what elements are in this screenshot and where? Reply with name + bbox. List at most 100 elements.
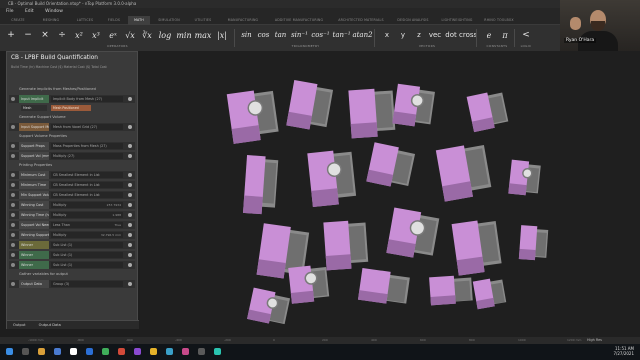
visibility-toggle-icon[interactable]: [128, 183, 132, 187]
taskbar-app-icon[interactable]: [38, 348, 45, 355]
tab-manufacturing[interactable]: MANUFACTURING: [220, 16, 266, 25]
variable-value[interactable]: Group (3): [51, 281, 123, 287]
add-button[interactable]: +: [3, 28, 19, 43]
viewport-canvas[interactable]: [140, 51, 640, 337]
notebook-row[interactable]: Winning Support VolMultiply32,796.5 mm: [9, 231, 135, 239]
visibility-toggle-icon[interactable]: [128, 154, 132, 158]
notebook-row[interactable]: Min Support VolumeCB Smallest Element in…: [9, 191, 135, 199]
vector-vec-icon[interactable]: vec: [427, 28, 443, 43]
visibility-toggle-icon[interactable]: [128, 233, 132, 237]
menu-file[interactable]: File: [6, 9, 14, 14]
tab-lattices[interactable]: LATTICES: [70, 16, 100, 25]
variable-name[interactable]: Output Data: [19, 280, 49, 288]
footer-output[interactable]: Output: [13, 323, 25, 327]
taskbar-app-icon[interactable]: [198, 348, 205, 355]
visibility-toggle-icon[interactable]: [128, 282, 132, 286]
taskbar-app-icon[interactable]: [22, 348, 29, 355]
menu-window[interactable]: Window: [45, 9, 63, 14]
visibility-toggle-icon[interactable]: [128, 125, 132, 129]
log-button[interactable]: log: [156, 28, 174, 43]
expand-arrow-icon[interactable]: [11, 253, 15, 257]
trig-button-2[interactable]: tan: [272, 28, 289, 43]
min-button[interactable]: min: [175, 28, 193, 43]
variable-value[interactable]: Multiply (27): [51, 153, 123, 159]
variable-name[interactable]: Support Props: [19, 142, 49, 150]
notebook-row[interactable]: Support Vol Needed?Less ThanTrue: [9, 221, 135, 229]
max-button[interactable]: max: [194, 28, 212, 43]
exp-button[interactable]: eˣ: [105, 28, 121, 43]
visibility-toggle-icon[interactable]: [128, 144, 132, 148]
variable-value[interactable]: Less Than: [51, 222, 123, 228]
menu-edit[interactable]: Edit: [25, 9, 34, 14]
taskbar-app-icon[interactable]: [150, 348, 157, 355]
expand-arrow-icon[interactable]: [11, 233, 15, 237]
notebook-row[interactable]: Winning Cost Multiply 257.7934: [9, 201, 135, 209]
expand-arrow-icon[interactable]: [11, 263, 15, 267]
taskbar-app-icon[interactable]: [54, 348, 61, 355]
vector-cross-icon[interactable]: cross: [459, 28, 477, 43]
variable-value[interactable]: Sub List (1): [51, 242, 123, 248]
tab-lightweighting[interactable]: LIGHTWEIGHTING: [436, 16, 478, 25]
visibility-toggle-icon[interactable]: [128, 243, 132, 247]
taskbar-app-icon[interactable]: [182, 348, 189, 355]
variable-value[interactable]: Mass Properties from Mesh (27): [51, 143, 123, 149]
vector-z-icon[interactable]: z: [411, 28, 427, 43]
expand-arrow-icon[interactable]: [11, 213, 15, 217]
tab-math[interactable]: MATH: [128, 16, 150, 25]
notebook-row[interactable]: Winning Time (hrs)Multiply1.988: [9, 211, 135, 219]
taskbar-app-icon[interactable]: [118, 348, 125, 355]
less-than-button[interactable]: <: [519, 28, 533, 43]
constant-button-1[interactable]: π: [497, 28, 513, 43]
notebook-row[interactable]: Minimum Time CB Smallest Element in List: [9, 181, 135, 189]
tab-additive-manufacturing[interactable]: ADDITIVE MANUFACTURING: [268, 16, 330, 25]
notebook-row[interactable]: Support Vol (mm^3)Multiply (27): [9, 152, 135, 160]
variable-name[interactable]: Winner: [19, 241, 49, 249]
variable-name[interactable]: Minimum Time: [19, 181, 49, 189]
taskbar-app-icon[interactable]: [6, 348, 13, 355]
variable-value[interactable]: Implicit Body from Mesh (27): [51, 96, 123, 102]
abs-button[interactable]: |x|: [213, 28, 231, 43]
visibility-toggle-icon[interactable]: [128, 173, 132, 177]
taskbar-app-icon[interactable]: [134, 348, 141, 355]
taskbar-app-icon[interactable]: [166, 348, 173, 355]
visibility-toggle-icon[interactable]: [128, 193, 132, 197]
taskbar-app-icon[interactable]: [70, 348, 77, 355]
visibility-toggle-icon[interactable]: [128, 213, 132, 217]
notebook-row[interactable]: Winner Sub List (1): [9, 241, 135, 249]
trig-button-1[interactable]: cos: [255, 28, 272, 43]
variable-name[interactable]: Winning Time (hrs): [19, 211, 49, 219]
notebook-row[interactable]: Output Data Group (3): [9, 280, 135, 288]
notebook-row[interactable]: Support Props Mass Properties from Mesh (…: [9, 142, 135, 150]
variable-name[interactable]: Winner: [19, 251, 49, 259]
expand-arrow-icon[interactable]: [11, 125, 15, 129]
trig-button-5[interactable]: tan⁻¹: [331, 28, 352, 43]
notebook-row[interactable]: Minimum Cost CB Smallest Element in List: [9, 171, 135, 179]
mesh-positioned-option[interactable]: Mesh Positioned: [51, 105, 91, 111]
expand-arrow-icon[interactable]: [11, 223, 15, 227]
variable-name[interactable]: Support Vol Needed?: [19, 221, 49, 229]
expand-arrow-icon[interactable]: [11, 203, 15, 207]
notebook-row[interactable]: Winner Sub List (1): [9, 251, 135, 259]
tab-simulation[interactable]: SIMULATION: [152, 16, 186, 25]
trig-button-3[interactable]: sin⁻¹: [289, 28, 310, 43]
square-button[interactable]: x²: [71, 28, 87, 43]
variable-name[interactable]: Support Vol (mm^3): [19, 152, 49, 160]
variable-value[interactable]: CB Smallest Element in List: [51, 182, 123, 188]
sqrt-button[interactable]: √x: [122, 28, 138, 43]
variable-value[interactable]: Mesh from Voxel Grid (27): [51, 124, 123, 130]
notebook-row[interactable]: Winner Sub List (1): [9, 261, 135, 269]
expand-arrow-icon[interactable]: [11, 183, 15, 187]
tab-design-analysis[interactable]: DESIGN ANALYSIS: [392, 16, 434, 25]
tab-utilities[interactable]: UTILITIES: [188, 16, 218, 25]
trig-button-4[interactable]: cos⁻¹: [310, 28, 331, 43]
tab-meshing[interactable]: MESHING: [34, 16, 68, 25]
tab-rhino-toolbox[interactable]: RHINO TOOLBOX: [480, 16, 518, 25]
notebook-row[interactable]: Input Implicit Implicit Body from Mesh (2…: [9, 95, 135, 103]
footer-output-data[interactable]: Output Data: [39, 323, 61, 327]
variable-name[interactable]: Input Implicit: [19, 95, 49, 103]
variable-name[interactable]: Minimum Cost: [19, 171, 49, 179]
vector-dot-icon[interactable]: dot: [443, 28, 459, 43]
variable-value[interactable]: CB Smallest Element in List: [51, 192, 123, 198]
cbrt-button[interactable]: ∛x: [139, 28, 155, 43]
divide-button[interactable]: ÷: [54, 28, 70, 43]
